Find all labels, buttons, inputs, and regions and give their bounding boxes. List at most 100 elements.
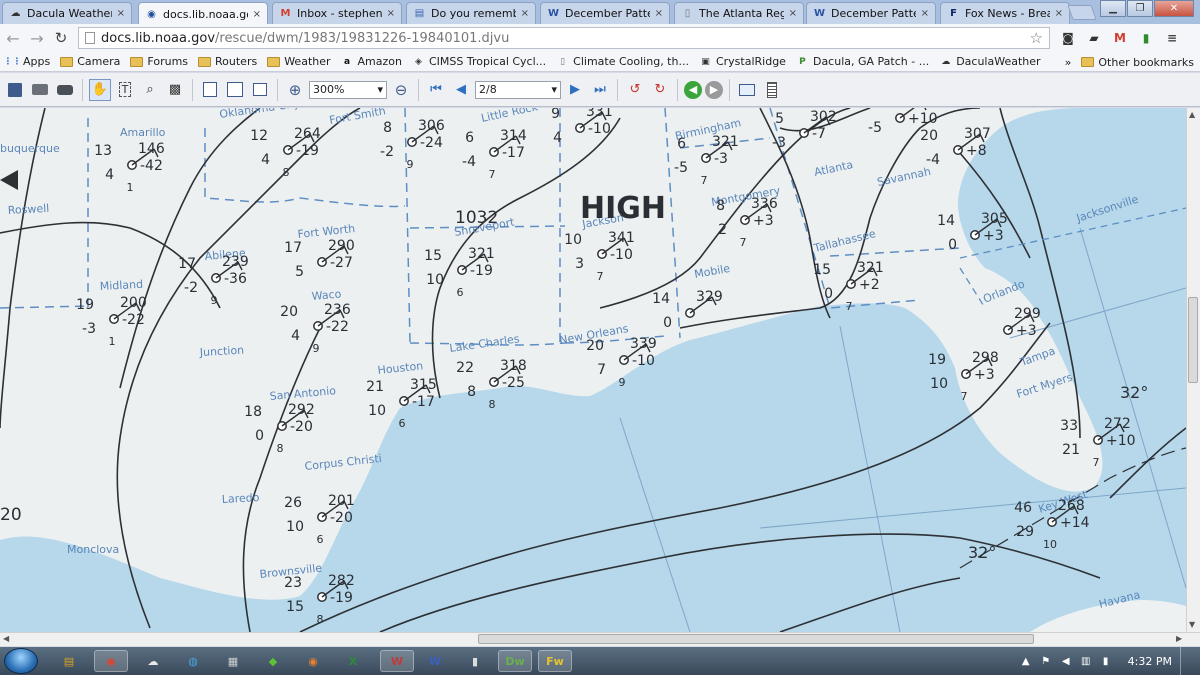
zoom-in-icon[interactable]: ⊕	[284, 79, 306, 101]
wx-map-icon[interactable]: W	[418, 650, 452, 672]
bookmark-apps[interactable]: ⋮⋮ Apps	[4, 55, 51, 68]
hand-tool-icon[interactable]: ✋	[89, 78, 111, 101]
zoom-select-icon[interactable]: ⌕	[139, 79, 161, 101]
new-tab-button[interactable]	[1067, 5, 1097, 20]
page-select[interactable]: 2/8 ▾	[475, 80, 561, 99]
station-pressure: 321	[857, 260, 884, 276]
region-select-icon[interactable]: ▩	[164, 79, 186, 101]
restore-button[interactable]: ❐	[1127, 0, 1153, 17]
gmail-icon[interactable]: M	[1110, 29, 1130, 47]
bookmark-crystalridge[interactable]: ▣ CrystalRidge	[699, 55, 786, 68]
browser-tab[interactable]: ▯ The Atlanta Regio ×	[674, 2, 804, 24]
fireworks-icon[interactable]: Fw	[538, 650, 572, 672]
green-app-icon[interactable]: ◆	[256, 650, 290, 672]
scroll-up-arrow[interactable]: ▲	[1189, 110, 1195, 119]
other-bookmarks-folder[interactable]: Other bookmarks	[1081, 56, 1194, 69]
tab-close-icon[interactable]: ×	[253, 9, 261, 20]
tab-close-icon[interactable]: ×	[521, 8, 529, 19]
binoculars-icon[interactable]: ◙	[1058, 29, 1078, 47]
network-icon[interactable]: ▥	[1080, 655, 1092, 667]
browser-tab[interactable]: W December Pattern ×	[806, 2, 936, 24]
bookmark-amazon[interactable]: a Amazon	[341, 55, 402, 68]
thumbnails-icon[interactable]	[736, 79, 758, 101]
tab-close-icon[interactable]: ×	[789, 8, 797, 19]
volume-icon[interactable]: ◀	[1060, 655, 1072, 667]
start-button[interactable]	[4, 648, 38, 674]
explorer-icon[interactable]: ▤	[52, 650, 86, 672]
bookmark-camera[interactable]: Camera	[60, 55, 120, 68]
forward-button[interactable]: →	[26, 27, 48, 49]
rotate-right-icon[interactable]: ↻	[649, 79, 671, 101]
station-dew: -5	[868, 120, 882, 136]
previous-page-icon[interactable]: ◀	[450, 79, 472, 101]
vertical-scroll-thumb[interactable]	[1188, 297, 1198, 383]
firefox-icon[interactable]: ◉	[296, 650, 330, 672]
scroll-left-arrow[interactable]: ◀	[3, 634, 9, 643]
scroll-down-arrow[interactable]: ▼	[1189, 620, 1195, 629]
show-hidden-icon[interactable]: ▲	[1020, 655, 1032, 667]
back-history-icon[interactable]: ◀	[684, 80, 702, 99]
tab-close-icon[interactable]: ×	[117, 8, 125, 19]
minimize-button[interactable]: ▁	[1100, 0, 1126, 17]
flag-icon[interactable]: ⚑	[1040, 655, 1052, 667]
print-icon[interactable]	[29, 79, 51, 101]
find-icon[interactable]	[54, 79, 76, 101]
bookmark-climate-cooling-th[interactable]: ▯ Climate Cooling, th...	[556, 55, 689, 68]
tab-close-icon[interactable]: ×	[921, 8, 929, 19]
tab-close-icon[interactable]: ×	[387, 8, 395, 19]
fit-page-icon[interactable]	[249, 79, 271, 101]
power-icon[interactable]: ▮	[1100, 655, 1112, 667]
bookmark-weather[interactable]: Weather	[267, 55, 331, 68]
zoom-select[interactable]: 300% ▾	[309, 80, 387, 99]
browser-tab[interactable]: ◉ docs.lib.noaa.gov ×	[138, 2, 268, 25]
last-page-icon[interactable]: ⏭	[589, 79, 611, 101]
bookmark-cimss-tropical-cycl[interactable]: ◈ CIMSS Tropical Cycl...	[412, 55, 546, 68]
browser-tab[interactable]: W December Pattern ×	[540, 2, 670, 24]
wx-forum-icon[interactable]: W	[380, 650, 414, 672]
excel-icon[interactable]: X	[336, 650, 370, 672]
bookmark-dacula-ga-patch[interactable]: P Dacula, GA Patch - ...	[796, 55, 929, 68]
rotate-left-icon[interactable]: ↺	[624, 79, 646, 101]
single-page-icon[interactable]	[199, 79, 221, 101]
clock[interactable]: 4:32 PM	[1128, 655, 1172, 668]
close-window-button[interactable]: ✕	[1154, 0, 1194, 17]
globe-icon[interactable]: ◍	[176, 650, 210, 672]
djvu-document-view[interactable]: Amarillo buquerque Oklahoma City Fort Smith…	[0, 108, 1186, 632]
browser-tab[interactable]: M Inbox - stephenrb ×	[272, 2, 402, 24]
notes-icon[interactable]: ▮	[458, 650, 492, 672]
next-page-icon[interactable]: ▶	[564, 79, 586, 101]
map-edge-label: 20	[0, 505, 22, 525]
bookmark-daculaweather[interactable]: ☁ DaculaWeather	[939, 55, 1040, 68]
address-bar[interactable]: docs.lib.noaa.gov/rescue/dwm/1983/198312…	[78, 27, 1050, 49]
reload-button[interactable]: ↻	[50, 27, 72, 49]
browser-tab[interactable]: ☁ Dacula Weather - ×	[2, 2, 132, 24]
scroll-right-arrow[interactable]: ▶	[1176, 634, 1182, 643]
station-pressure: 341	[608, 230, 635, 246]
browser-tab[interactable]: ▤ Do you remember ×	[406, 2, 536, 24]
first-page-icon[interactable]: ⏮	[425, 79, 447, 101]
browser-tab[interactable]: F Fox News - Breakin ×	[940, 2, 1070, 24]
weather-app-icon[interactable]: ☁	[136, 650, 170, 672]
bookmark-forums[interactable]: Forums	[130, 55, 188, 68]
zoom-out-icon[interactable]: ⊖	[390, 79, 412, 101]
tag-icon[interactable]: ▰	[1084, 29, 1104, 47]
bookmark-routers[interactable]: Routers	[198, 55, 257, 68]
show-desktop-button[interactable]	[1180, 647, 1190, 675]
bookmark-star-icon[interactable]: ☆	[1030, 29, 1043, 47]
horizontal-scroll-thumb[interactable]	[478, 634, 1034, 644]
dreamweaver-icon[interactable]: Dw	[498, 650, 532, 672]
save-icon[interactable]	[4, 79, 26, 101]
chrome-icon[interactable]: ◉	[94, 650, 128, 672]
bookmark-label: Camera	[77, 55, 121, 68]
outline-icon[interactable]	[761, 79, 783, 101]
evernote-icon[interactable]: ▮	[1136, 29, 1156, 47]
radar-icon[interactable]: ▦	[216, 650, 250, 672]
menu-icon[interactable]: ≡	[1162, 29, 1182, 47]
bookmarks-overflow-button[interactable]: »	[1065, 56, 1072, 69]
back-button[interactable]: ←	[2, 27, 24, 49]
tab-close-icon[interactable]: ×	[1055, 8, 1063, 19]
text-select-icon[interactable]: T	[114, 79, 136, 101]
forward-history-icon[interactable]: ▶	[705, 80, 723, 99]
tab-close-icon[interactable]: ×	[655, 8, 663, 19]
fit-width-icon[interactable]	[224, 79, 246, 101]
